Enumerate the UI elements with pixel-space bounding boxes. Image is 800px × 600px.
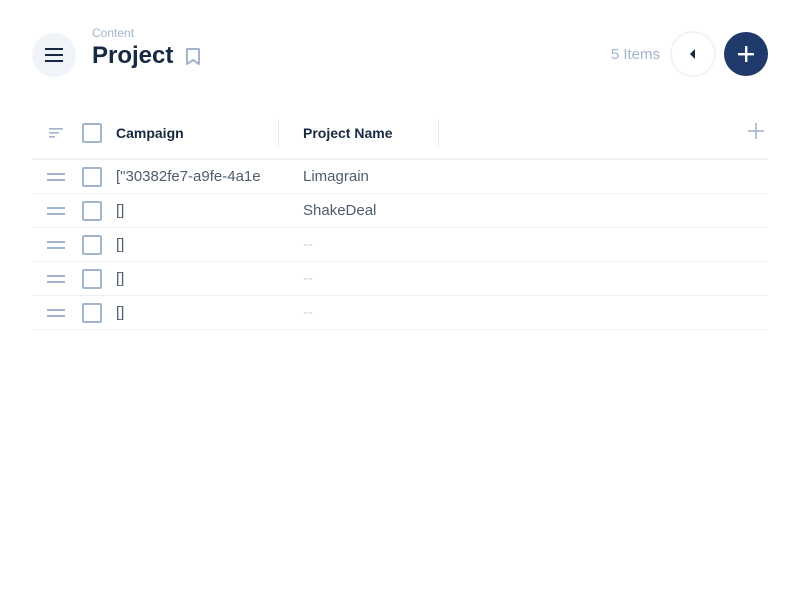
page-header: Content Project 5 Items: [32, 24, 768, 84]
row-checkbox[interactable]: [82, 166, 102, 187]
row-drag-handle[interactable]: [32, 172, 80, 181]
cell-project-name: --: [303, 270, 313, 287]
column-resize-handle[interactable]: [278, 119, 279, 147]
table-row[interactable]: [] --: [32, 262, 768, 296]
title-block: Content Project: [92, 26, 201, 71]
row-checkbox[interactable]: [82, 234, 102, 255]
cell-project-name: ShakeDeal: [303, 202, 377, 219]
sort-icon: [49, 128, 63, 138]
plus-icon: [748, 123, 764, 139]
cell-campaign: []: [116, 304, 125, 321]
item-count: 5 Items: [610, 45, 660, 63]
menu-icon: [45, 48, 63, 62]
cell-campaign: []: [116, 202, 125, 219]
drag-handle-icon: [47, 308, 65, 317]
row-checkbox[interactable]: [82, 200, 102, 221]
menu-button[interactable]: [32, 33, 76, 77]
select-all-checkbox[interactable]: [82, 123, 102, 143]
column-header-campaign[interactable]: Campaign: [116, 125, 290, 141]
plus-icon: [738, 46, 754, 62]
cell-project-name: --: [303, 304, 313, 321]
drag-handle-icon: [47, 206, 65, 215]
cell-campaign: []: [116, 236, 125, 253]
cell-project-name: Limagrain: [303, 168, 369, 185]
row-checkbox[interactable]: [82, 302, 102, 323]
row-drag-handle[interactable]: [32, 274, 80, 283]
breadcrumb[interactable]: Content: [92, 26, 201, 40]
items-table: Campaign Project Name ["30382fe7-a9fe-4a…: [32, 108, 768, 330]
table-row[interactable]: [] --: [32, 228, 768, 262]
drag-handle-icon: [47, 172, 65, 181]
caret-left-icon: [690, 49, 695, 59]
page-title: Project: [92, 42, 174, 69]
column-header-project-name[interactable]: Project Name: [290, 125, 451, 141]
table-row[interactable]: ["30382fe7-a9fe-4a1e Limagrain: [32, 160, 768, 194]
bookmark-button[interactable]: [185, 47, 201, 67]
add-item-button[interactable]: [724, 32, 768, 76]
row-drag-handle[interactable]: [32, 206, 80, 215]
row-drag-handle[interactable]: [32, 240, 80, 249]
sort-button[interactable]: [32, 128, 80, 138]
cell-campaign: ["30382fe7-a9fe-4a1e: [116, 168, 261, 185]
cell-project-name: --: [303, 236, 313, 253]
column-resize-handle[interactable]: [438, 119, 439, 147]
row-drag-handle[interactable]: [32, 308, 80, 317]
table-header: Campaign Project Name: [32, 108, 768, 160]
row-checkbox[interactable]: [82, 268, 102, 289]
add-column-button[interactable]: [748, 123, 764, 144]
table-row[interactable]: [] ShakeDeal: [32, 194, 768, 228]
toggle-sidebar-button[interactable]: [670, 31, 716, 77]
table-row[interactable]: [] --: [32, 296, 768, 330]
drag-handle-icon: [47, 274, 65, 283]
drag-handle-icon: [47, 240, 65, 249]
bookmark-icon: [186, 48, 201, 65]
header-actions: 5 Items: [611, 31, 768, 77]
cell-campaign: []: [116, 270, 125, 287]
